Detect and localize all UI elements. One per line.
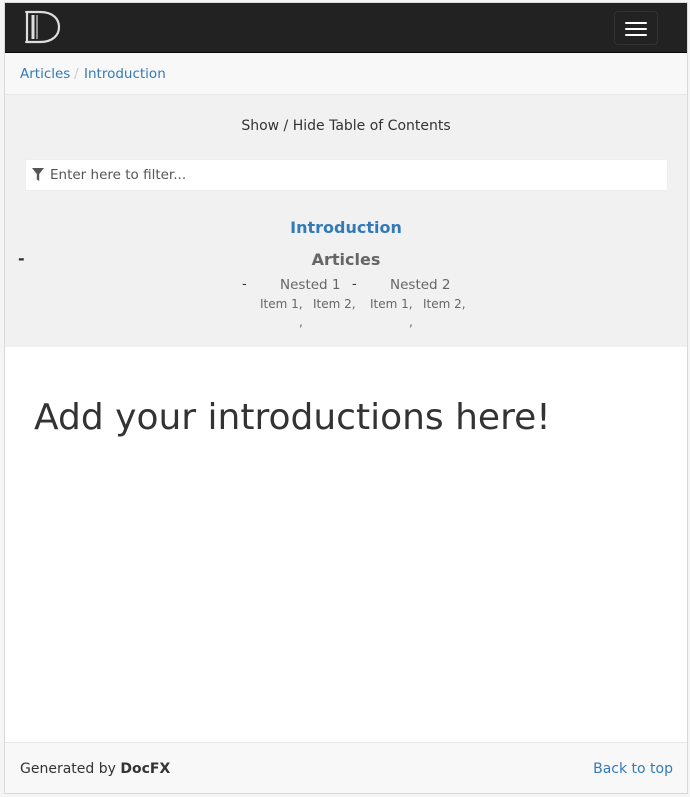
toc-item-nested-1[interactable]: Nested 1: [280, 277, 341, 293]
toc-filter: [25, 159, 668, 191]
breadcrumb-articles[interactable]: Articles: [20, 66, 70, 82]
toc-expander-nested-1[interactable]: -: [242, 277, 247, 292]
toc-item-articles[interactable]: Articles: [5, 250, 687, 269]
hamburger-menu-icon: [625, 22, 647, 24]
back-to-top-link[interactable]: Back to top: [593, 761, 673, 777]
toc-item-nested-2[interactable]: Nested 2: [390, 277, 451, 293]
page-frame: Articles / Introduction Show / Hide Tabl…: [4, 2, 688, 794]
toc-toggle-button[interactable]: Show / Hide Table of Contents: [5, 118, 687, 134]
breadcrumb-separator: /: [74, 66, 79, 82]
article-heading: Add your introductions here!: [34, 397, 551, 438]
toc-item-nested-1-item-1[interactable]: Item 1,: [260, 297, 303, 311]
hamburger-menu-button[interactable]: [614, 11, 658, 45]
footer-generated-text: Generated by DocFX: [20, 761, 170, 777]
toc-trailing-comma: ,: [409, 315, 413, 329]
hamburger-bar: [625, 34, 647, 36]
page-footer: Generated by DocFX Back to top: [5, 742, 687, 793]
top-navbar: [5, 3, 687, 53]
breadcrumb-introduction[interactable]: Introduction: [84, 66, 166, 82]
toc-filter-input[interactable]: [50, 160, 660, 190]
toc-item-nested-2-item-2[interactable]: Item 2,: [423, 297, 466, 311]
docfx-d-logo-icon[interactable]: [23, 9, 63, 45]
hamburger-bar: [625, 28, 647, 30]
filter-icon: [32, 168, 44, 181]
breadcrumb: Articles / Introduction: [5, 53, 687, 95]
toc-item-introduction[interactable]: Introduction: [5, 218, 687, 237]
footer-generated-prefix: Generated by: [20, 761, 121, 777]
footer-generator-name: DocFX: [120, 761, 171, 777]
table-of-contents: Show / Hide Table of Contents Introducti…: [5, 95, 687, 347]
toc-item-nested-1-item-2[interactable]: Item 2,: [313, 297, 356, 311]
toc-item-nested-2-item-1[interactable]: Item 1,: [370, 297, 413, 311]
toc-trailing-comma: ,: [299, 315, 303, 329]
toc-expander-nested-2[interactable]: -: [352, 277, 357, 292]
